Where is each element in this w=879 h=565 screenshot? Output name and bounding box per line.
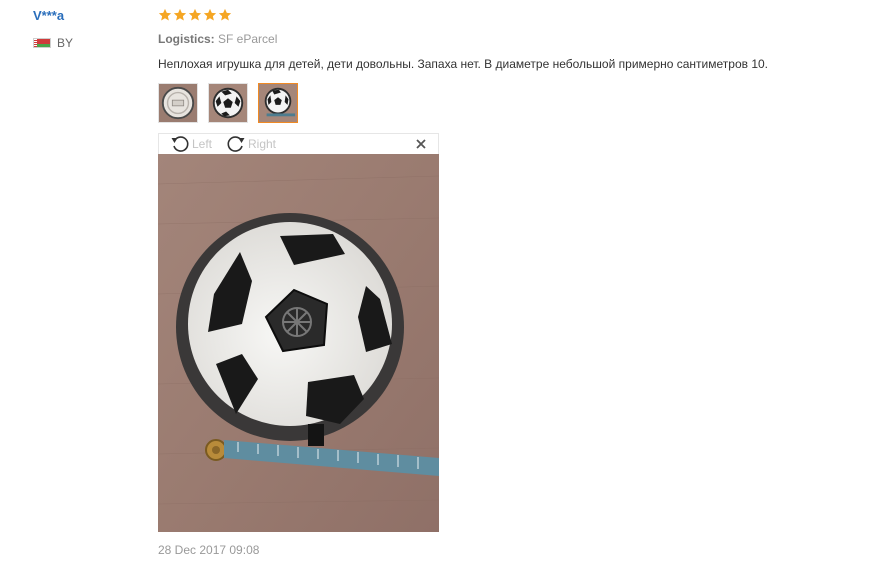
logistics-info: Logistics: SF eParcel (158, 32, 277, 46)
hover-ball-photo (158, 154, 439, 532)
rotate-right-icon (227, 136, 245, 152)
ball-top-view-thumbnail (209, 84, 247, 122)
rotate-left-button[interactable]: Left (170, 135, 212, 153)
enlarged-review-photo (158, 154, 439, 532)
star-rating (158, 8, 232, 22)
ball-with-tape-thumbnail (259, 84, 297, 122)
thumbnail-2[interactable] (208, 83, 248, 123)
review-timestamp: 28 Dec 2017 09:08 (158, 543, 260, 557)
image-viewer-toolbar: Left Right (158, 133, 439, 154)
logistics-value: SF eParcel (218, 32, 278, 46)
star-icon (218, 8, 232, 21)
rotate-left-label: Left (192, 137, 213, 151)
reviewer-country: BY (33, 36, 73, 50)
star-icon (203, 8, 217, 21)
review-text: Неплохая игрушка для детей, дети довольн… (158, 57, 769, 71)
thumbnail-3-selected[interactable] (258, 83, 298, 123)
belarus-flag-icon (33, 38, 51, 48)
thumbnail-1[interactable] (158, 83, 198, 123)
star-icon (173, 8, 187, 21)
reviewer-name[interactable]: V***a (33, 8, 64, 23)
rotate-right-label: Right (248, 137, 277, 151)
review-entry: V***a BY Logistics: SF eParcel Неплохая … (0, 0, 879, 565)
ball-bottom-view-thumbnail (159, 84, 197, 122)
star-icon (188, 8, 202, 21)
rotate-right-button[interactable]: Right (226, 135, 276, 153)
logistics-label: Logistics: (158, 32, 215, 46)
rotate-left-icon (171, 136, 189, 152)
star-icon (158, 8, 172, 21)
close-icon[interactable] (414, 137, 428, 151)
photo-thumbnails (158, 83, 298, 123)
country-code: BY (57, 36, 74, 50)
